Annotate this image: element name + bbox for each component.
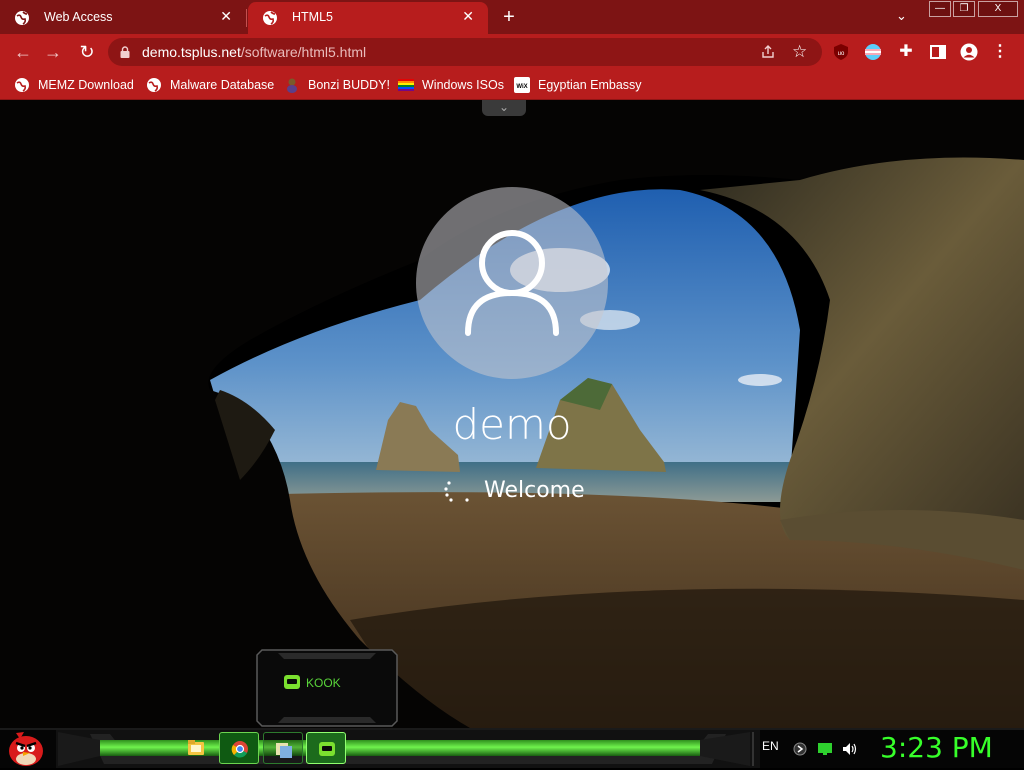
user-avatar	[416, 187, 608, 379]
url-text: demo.tsplus.net/software/html5.html	[142, 44, 366, 60]
chrome-icon	[231, 741, 248, 758]
taskbar-skin	[0, 728, 1024, 768]
bookmark-bonzi-buddy[interactable]: Bonzi BUDDY!	[284, 76, 390, 94]
taskbar-clock[interactable]: 3:23 PM	[880, 731, 993, 764]
globe-icon	[263, 11, 277, 25]
network-icon[interactable]	[817, 742, 833, 756]
remote-desktop-viewport[interactable]: ⌄ demo Welcome KOOK	[0, 100, 1024, 728]
bookmarks-bar: MEMZ Download Malware Database Bonzi BUD…	[0, 70, 1024, 100]
volume-icon[interactable]	[842, 742, 858, 756]
bookmark-malware-database[interactable]: Malware Database	[146, 76, 274, 94]
tray-app-icon[interactable]	[792, 742, 808, 756]
bookmark-egyptian-embassy[interactable]: WiX Egyptian Embassy	[514, 76, 642, 94]
rainbow-flag-icon	[398, 79, 414, 91]
close-tab-icon[interactable]: ✕	[220, 8, 232, 25]
trans-flag-extension-icon[interactable]	[864, 43, 882, 61]
wix-icon: WiX	[514, 77, 530, 93]
svg-text:WiX: WiX	[516, 84, 527, 90]
tab-title: Web Access	[44, 10, 113, 24]
more-menu-icon[interactable]: ⋮	[991, 43, 1009, 61]
lock-icon[interactable]	[120, 46, 130, 58]
profile-avatar-icon[interactable]	[960, 43, 978, 61]
close-tab-icon[interactable]: ✕	[462, 8, 474, 25]
welcome-text: Welcome	[484, 478, 585, 503]
globe-icon	[15, 11, 29, 25]
bookmark-label: Bonzi BUDDY!	[308, 78, 390, 92]
back-button[interactable]: ←	[12, 41, 34, 63]
taskbar-chrome-button[interactable]	[219, 732, 259, 764]
taskbar: EN 3:23 PM	[0, 728, 1024, 768]
bookmark-memz-download[interactable]: MEMZ Download	[14, 76, 134, 94]
tab-html5[interactable]: HTML5 ✕	[248, 2, 488, 34]
files-icon	[276, 743, 292, 758]
bonzi-icon	[287, 78, 297, 93]
loading-spinner-icon	[444, 481, 469, 502]
tab-search-chevron-icon[interactable]: ⌄	[896, 8, 907, 24]
taskbar-files-button[interactable]	[263, 732, 303, 764]
tab-title: HTML5	[292, 10, 333, 24]
bookmark-label: Egyptian Embassy	[538, 78, 642, 92]
popup-app-label: KOOK	[306, 676, 341, 690]
user-silhouette-icon	[465, 230, 559, 336]
bookmark-label: Malware Database	[170, 78, 275, 92]
ublock-icon[interactable]: uo	[832, 43, 850, 61]
kook-icon	[284, 675, 300, 689]
extensions-puzzle-icon[interactable]: ✚	[897, 43, 915, 61]
tab-web-access[interactable]: Web Access ✕	[0, 2, 246, 34]
taskbar-file-explorer-button[interactable]	[176, 732, 216, 764]
user-name: demo	[452, 400, 572, 449]
address-bar[interactable]: demo.tsplus.net/software/html5.html ☆	[108, 38, 822, 66]
tab-strip: Web Access ✕ HTML5 ✕ + ⌄ — ❐ X	[0, 0, 1024, 34]
restore-button[interactable]: ❐	[953, 1, 975, 17]
taskbar-kook-button[interactable]	[306, 732, 346, 764]
tab-divider	[246, 9, 247, 27]
new-tab-button[interactable]: +	[498, 6, 520, 28]
minimize-button[interactable]: —	[929, 1, 951, 17]
close-window-button[interactable]: X	[978, 1, 1018, 17]
bookmark-star-icon[interactable]: ☆	[792, 42, 807, 62]
toolbar-collapse-chevron-icon[interactable]: ⌄	[482, 100, 526, 116]
svg-text:uo: uo	[838, 51, 845, 57]
globe-icon	[15, 78, 29, 92]
globe-icon	[147, 78, 161, 92]
taskbar-preview-popup[interactable]: KOOK	[256, 649, 398, 727]
share-icon[interactable]	[760, 44, 776, 60]
bookmark-label: MEMZ Download	[38, 78, 134, 92]
language-indicator[interactable]: EN	[762, 739, 779, 753]
kook-icon	[319, 742, 335, 756]
reload-button[interactable]: ↻	[76, 41, 98, 63]
file-explorer-icon	[188, 740, 204, 755]
bookmark-windows-isos[interactable]: Windows ISOs	[398, 76, 504, 94]
browser-toolbar: ← → ↻ demo.tsplus.net/software/html5.htm…	[0, 34, 1024, 70]
welcome-status: Welcome	[440, 476, 600, 506]
bookmark-label: Windows ISOs	[422, 78, 504, 92]
start-button-angry-bird-icon[interactable]	[6, 729, 46, 767]
forward-button[interactable]: →	[42, 41, 64, 63]
url-path: /software/html5.html	[240, 44, 367, 60]
side-panel-icon[interactable]	[929, 43, 947, 61]
url-host: demo.tsplus.net	[142, 44, 241, 60]
